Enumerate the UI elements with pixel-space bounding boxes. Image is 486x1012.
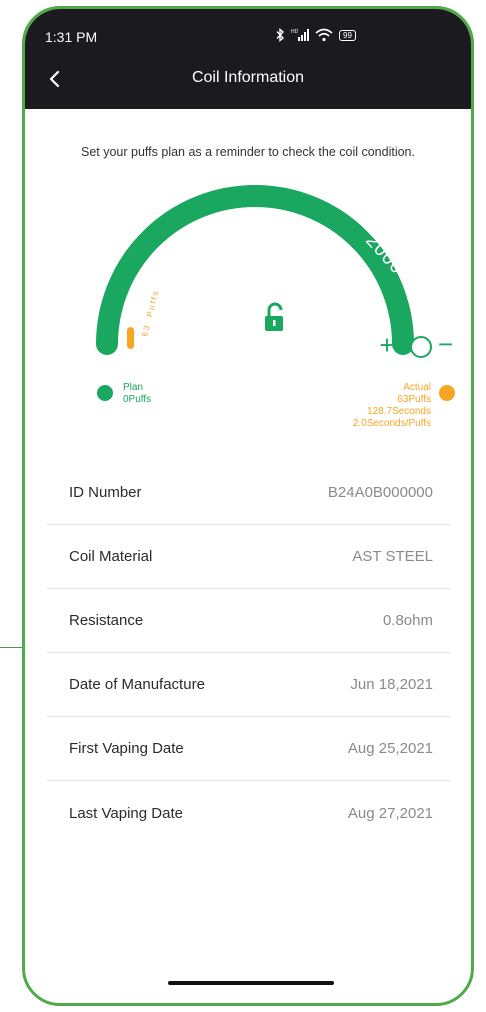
info-row-resistance: Resistance 0.8ohm	[47, 589, 451, 653]
plan-legend-dot	[97, 385, 113, 401]
actual-legend-label: Actual	[403, 382, 431, 393]
decrease-button[interactable]: −	[438, 329, 453, 359]
phone-frame: 1:31 PM HD 99 Coil Information Set your …	[22, 6, 474, 1006]
info-value: AST STEEL	[352, 548, 433, 565]
battery-icon: 99	[339, 29, 356, 41]
home-indicator[interactable]	[168, 981, 334, 985]
info-row-id-number: ID Number B24A0B000000	[47, 461, 451, 525]
info-label: First Vaping Date	[69, 740, 184, 757]
page-title: Coil Information	[191, 69, 305, 86]
status-icons: HD 99	[275, 25, 356, 45]
info-label: Last Vaping Date	[69, 804, 183, 822]
actual-marker	[127, 327, 134, 349]
info-value: 0.8ohm	[382, 612, 433, 629]
actual-legend-puffs: 63Puffs	[397, 394, 431, 405]
plan-legend: Plan 0Puffs	[97, 379, 217, 419]
actual-legend-rate: 2.0Seconds/Puffs	[352, 418, 431, 429]
info-value: Aug 25,2021	[347, 740, 433, 757]
info-value: Aug 27,2021	[347, 804, 433, 822]
svg-text:HD: HD	[291, 29, 299, 35]
unlock-icon[interactable]	[265, 302, 283, 331]
side-connector-line	[0, 647, 22, 648]
plan-hint-text: Set your puffs plan as a reminder to che…	[81, 145, 415, 159]
info-value: B24A0B000000	[327, 484, 433, 501]
plan-legend-label: Plan	[123, 382, 144, 393]
wifi-icon	[315, 28, 333, 42]
actual-arc-unit: Puffs	[145, 289, 161, 318]
bluetooth-icon	[275, 28, 285, 42]
actual-legend-dot	[439, 385, 455, 401]
puffs-gauge: 63 Puffs 2000 Puffs + −	[96, 185, 453, 360]
info-row-first-vaping-date: First Vaping Date Aug 25,2021	[47, 717, 451, 781]
info-row-date-of-manufacture: Date of Manufacture Jun 18,2021	[47, 653, 451, 717]
actual-legend-seconds: 128.7Seconds	[367, 406, 431, 417]
info-value: Jun 18,2021	[350, 676, 433, 693]
info-row-coil-material: Coil Material AST STEEL	[47, 525, 451, 589]
info-label: ID Number	[69, 484, 142, 501]
info-label: Resistance	[69, 612, 144, 629]
signal-icon: HD	[291, 28, 309, 42]
plan-slider-handle[interactable]	[410, 336, 432, 358]
plan-legend-value: 0Puffs	[123, 394, 152, 405]
status-time: 1:31 PM	[45, 29, 98, 45]
info-label: Date of Manufacture	[69, 676, 205, 693]
info-row-last-vaping-date: Last Vaping Date Aug 27,2021	[47, 781, 451, 845]
coil-info-list: ID Number B24A0B000000 Coil Material AST…	[47, 461, 451, 845]
top-bar: 1:31 PM HD 99 Coil Information	[25, 9, 471, 109]
info-label: Coil Material	[69, 548, 153, 565]
actual-legend: Actual 63Puffs 128.7Seconds 2.0Seconds/P…	[295, 379, 455, 449]
actual-arc-label: 63 Puffs	[140, 289, 160, 338]
actual-arc-value: 63	[140, 323, 152, 338]
increase-button[interactable]: +	[379, 330, 394, 360]
